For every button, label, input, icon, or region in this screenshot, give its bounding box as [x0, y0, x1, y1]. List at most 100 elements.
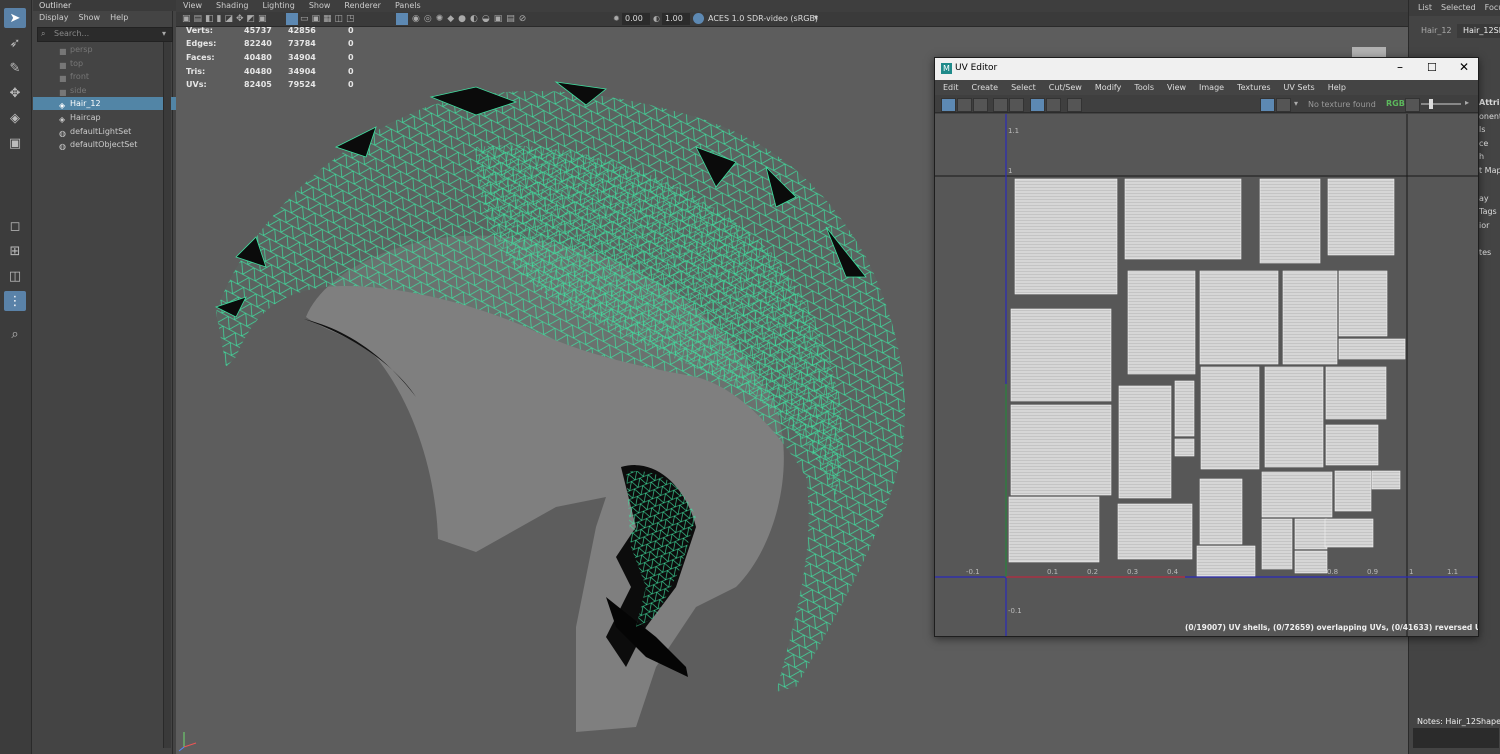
hud-value: 0: [348, 27, 354, 35]
search-icon[interactable]: ⌕: [4, 324, 26, 344]
chevron-down-icon[interactable]: ▾: [162, 29, 166, 38]
camera-tools-icons[interactable]: ▣▤◧▮◪✥◩▣: [182, 14, 292, 25]
outliner-search-input[interactable]: ⌕ Search... ▾: [37, 27, 173, 42]
uv-axis-tick: 1.1: [1008, 127, 1019, 135]
brightness-slider[interactable]: [1421, 103, 1461, 105]
uv-snapshot-icon[interactable]: [1067, 98, 1082, 112]
scale-tool-icon[interactable]: ▣: [4, 133, 26, 153]
uv-pixel-snap-icon[interactable]: [1009, 98, 1024, 112]
uv-shell-select-icon[interactable]: [941, 98, 956, 112]
uv-menu-edit[interactable]: Edit: [943, 80, 959, 95]
outliner-menu-show[interactable]: Show: [79, 11, 101, 25]
uv-menu-create[interactable]: Create: [972, 80, 999, 95]
hud-value: 0: [348, 80, 354, 89]
tab-list[interactable]: List: [1418, 0, 1432, 16]
single-pane-layout-icon[interactable]: ◻: [4, 216, 26, 236]
hud-value: 34904: [288, 53, 316, 62]
uv-menu-tools[interactable]: Tools: [1134, 80, 1154, 95]
uv-checker-pattern-icon[interactable]: [1276, 98, 1291, 112]
grid-toggle-icon[interactable]: [286, 13, 298, 25]
viewport-menu-lighting[interactable]: Lighting: [262, 0, 294, 12]
uv-shaded-icon[interactable]: [1046, 98, 1061, 112]
attr-section-label[interactable]: t Map: [1479, 166, 1500, 176]
viewport-menu-panels[interactable]: Panels: [395, 0, 421, 12]
four-pane-layout-icon[interactable]: ⊞: [4, 241, 26, 261]
tab-focus[interactable]: Focus: [1485, 0, 1500, 16]
exposure-field[interactable]: 0.00: [622, 13, 650, 25]
viewport-menu-renderer[interactable]: Renderer: [344, 0, 381, 12]
uv-axis-tick: 0.1: [1047, 568, 1058, 576]
display-toggles-icons[interactable]: ▭▣▦◫◳: [300, 14, 390, 25]
paint-select-tool-icon[interactable]: ✎: [4, 58, 26, 78]
viewport-menu-shading[interactable]: Shading: [216, 0, 249, 12]
hud-label: UVs:: [186, 80, 207, 89]
gamma-icon: ◐: [653, 14, 660, 23]
rgb-channel-toggle[interactable]: RGB: [1386, 99, 1405, 108]
attr-section-label[interactable]: ls: [1479, 125, 1500, 135]
uv-menu-help[interactable]: Help: [1328, 80, 1346, 95]
color-management-icon[interactable]: [693, 13, 704, 24]
move-tool-icon[interactable]: ✥: [4, 83, 26, 103]
attr-section-label[interactable]: h: [1479, 152, 1500, 162]
attr-section-label[interactable]: ay: [1479, 194, 1500, 204]
uv-distortion-icon[interactable]: [957, 98, 972, 112]
uv-editor-titlebar[interactable]: M UV Editor – ☐ ✕: [935, 58, 1478, 80]
uv-grid-canvas[interactable]: -0.1 0.1 0.2 0.3 0.4 0.8 0.9 1 1.1 1.1 1…: [935, 114, 1478, 636]
uv-grid-icon[interactable]: [993, 98, 1008, 112]
uv-menu-view[interactable]: View: [1167, 80, 1186, 95]
uv-menu-image[interactable]: Image: [1199, 80, 1224, 95]
attr-section-label[interactable]: onent: [1479, 112, 1500, 122]
attr-section-label[interactable]: tes: [1479, 248, 1500, 258]
chevron-right-icon[interactable]: ▸: [1465, 98, 1469, 107]
outliner-menu: Display Show Help: [33, 11, 179, 25]
rotate-tool-icon[interactable]: ◈: [4, 108, 26, 128]
two-pane-layout-icon[interactable]: ◫: [4, 266, 26, 286]
hud-value: 40480: [244, 67, 272, 76]
exposure-icon: ✹: [613, 14, 620, 23]
hud-label: Verts:: [186, 27, 213, 35]
select-tool-icon[interactable]: ➤: [4, 8, 26, 28]
viewport-menu-view[interactable]: View: [183, 0, 202, 12]
attr-section-label[interactable]: ior: [1479, 221, 1500, 231]
axis-gizmo: [178, 732, 197, 752]
uv-menu-cut-sew[interactable]: Cut/Sew: [1049, 80, 1082, 95]
viewport-menu-show[interactable]: Show: [309, 0, 331, 12]
outliner-menu-help[interactable]: Help: [110, 11, 128, 25]
node-tab-hair-12[interactable]: Hair_12: [1413, 24, 1455, 38]
notes-field[interactable]: [1413, 728, 1499, 748]
wireframe-on-shaded-icon[interactable]: [396, 13, 408, 25]
hud-label: Edges:: [186, 39, 217, 48]
close-icon[interactable]: ✕: [1459, 60, 1469, 74]
hud-value: 79524: [288, 80, 316, 89]
outliner-title: Outliner: [33, 0, 179, 11]
viewport-menubar: View Shading Lighting Show Renderer Pane…: [176, 0, 1408, 12]
uv-isolate-icon[interactable]: [1030, 98, 1045, 112]
uv-menu-uv-sets[interactable]: UV Sets: [1284, 80, 1315, 95]
node-tab-hair-12-shape[interactable]: Hair_12Shape: [1457, 24, 1500, 38]
attr-section-label[interactable]: Tags: [1479, 207, 1500, 217]
uv-menu-select[interactable]: Select: [1011, 80, 1036, 95]
hud-label: Tris:: [186, 67, 206, 76]
uv-menu-textures[interactable]: Textures: [1237, 80, 1270, 95]
hud-value: 42856: [288, 27, 316, 35]
uv-menu-modify[interactable]: Modify: [1095, 80, 1122, 95]
outliner-layout-icon[interactable]: ⋮: [4, 291, 26, 311]
brightness-slider-handle[interactable]: [1429, 99, 1433, 109]
uv-checker-icon[interactable]: [973, 98, 988, 112]
attr-section-label[interactable]: ce: [1479, 139, 1500, 149]
hud-label: Faces:: [186, 53, 215, 62]
attr-section-label[interactable]: Attribu: [1479, 98, 1500, 108]
maximize-icon[interactable]: ☐: [1427, 61, 1437, 74]
outliner-menu-display[interactable]: Display: [39, 11, 69, 25]
gamma-field[interactable]: 1.00: [662, 13, 690, 25]
tab-selected[interactable]: Selected: [1441, 0, 1476, 16]
shading-lighting-icons[interactable]: ◉◎✺◆●◐◒▣▤⊘: [412, 14, 612, 25]
chevron-down-icon[interactable]: ▾: [814, 13, 818, 22]
minimize-icon[interactable]: –: [1397, 60, 1403, 74]
color-space-dropdown[interactable]: ACES 1.0 SDR-video (sRGB): [706, 13, 826, 25]
uv-image-display-icon[interactable]: [1260, 98, 1275, 112]
outliner-scrollbar[interactable]: [163, 42, 171, 748]
chevron-down-icon[interactable]: ▾: [1294, 99, 1298, 108]
lasso-tool-icon[interactable]: ➶: [4, 33, 26, 53]
uv-alpha-icon[interactable]: [1405, 98, 1420, 112]
